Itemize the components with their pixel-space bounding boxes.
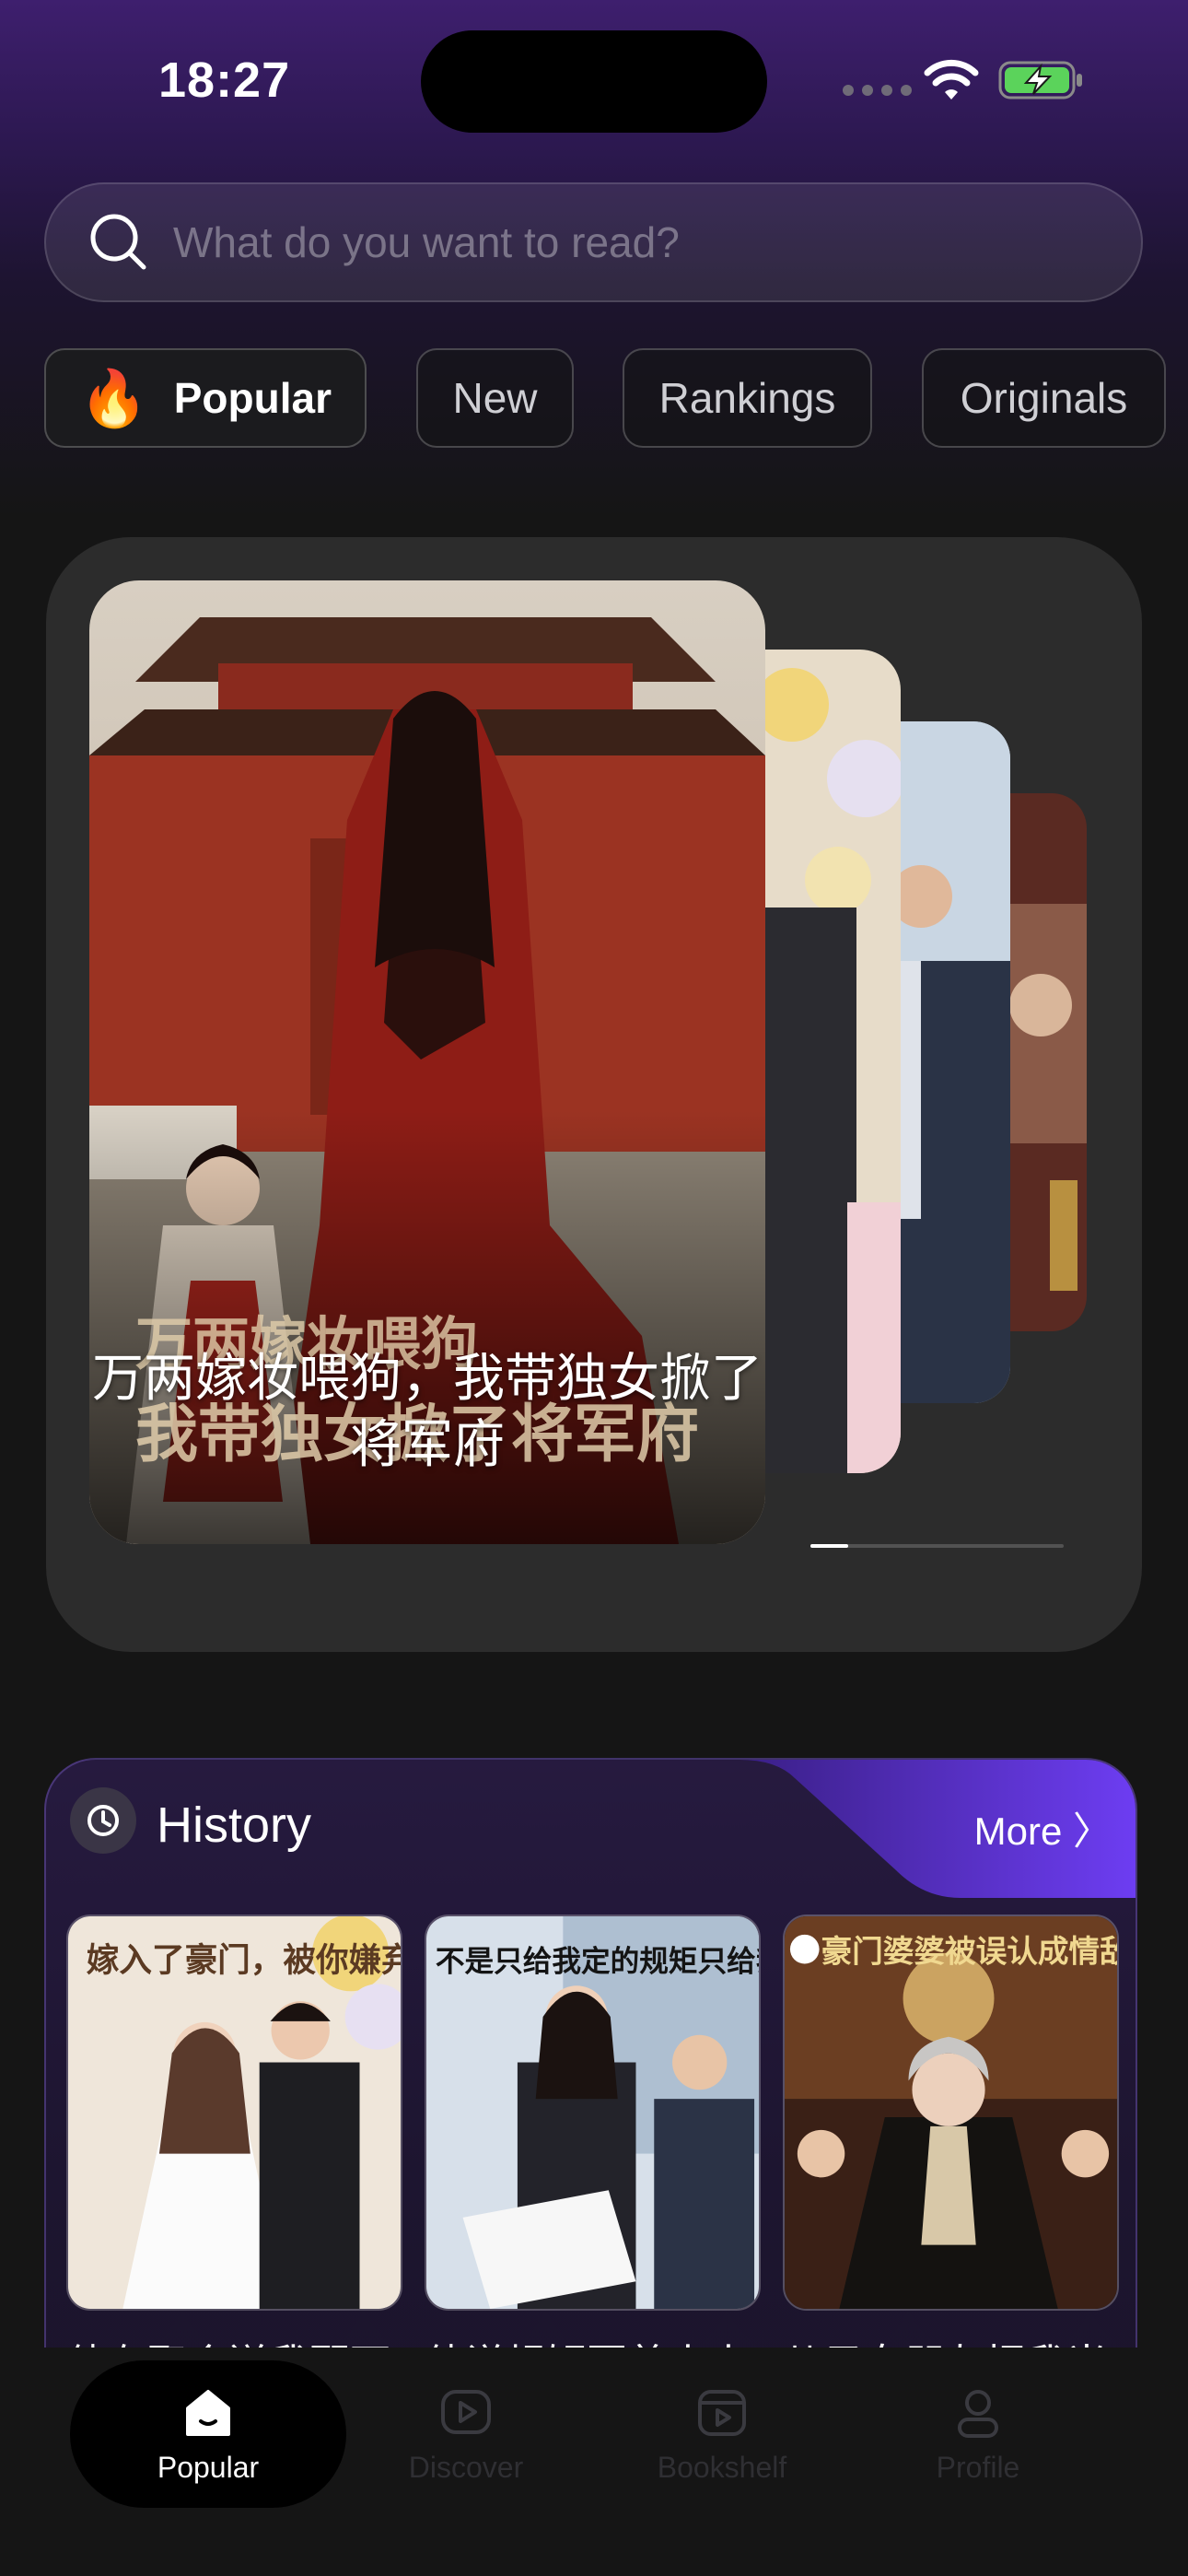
dynamic-island [421,30,767,133]
history-title: History [157,1797,312,1853]
history-more-link[interactable]: More 〉 [974,1800,1112,1856]
cover-text: 不是只给我定的规矩只给我定的 [436,1944,759,1978]
nav-popular[interactable]: Popular [70,2360,346,2508]
nav-bookshelf[interactable]: Bookshelf [584,2360,860,2508]
cover-text: 豪门婆婆被误认成情敌·霸气打脸 [821,1933,1117,1970]
tab-label: Popular [173,374,332,422]
carousel-card-4[interactable] [1004,793,1087,1331]
tab-rankings[interactable]: Rankings [623,348,872,448]
tab-new[interactable]: New [416,348,574,448]
tab-label: Rankings [658,374,836,422]
wifi-icon [924,59,979,100]
carousel-progress [810,1544,1064,1548]
nav-label: Bookshelf [657,2450,787,2484]
status-time: 18:27 [158,53,291,108]
nav-discover[interactable]: Discover [328,2360,604,2508]
home-icon [186,2389,230,2436]
history-clock-icon [70,1787,136,1854]
tab-label: Originals [960,374,1128,422]
fire-icon: 🔥 [79,367,148,429]
play-icon [789,1934,820,1964]
search-bar[interactable] [44,182,1143,302]
battery-icon [998,61,1082,100]
play-icon [441,2389,491,2434]
cover-text: 嫁入了豪门，被你嫌弃的女孩 [87,1941,401,1979]
tab-originals[interactable]: Originals [922,348,1166,448]
nav-profile[interactable]: Profile [840,2360,1116,2508]
history-book-cover-2[interactable]: 不是只给我定的规矩只给我定的 [425,1914,761,2311]
nav-label: Discover [408,2450,524,2484]
profile-icon [958,2389,998,2438]
bookshelf-icon [698,2389,746,2436]
tab-label: New [452,374,538,422]
history-book-cover-3[interactable]: 豪门婆婆被误认成情敌·霸气打脸 [783,1914,1119,2311]
carousel-card-2[interactable] [755,650,901,1473]
search-icon [90,214,146,270]
nav-label: Profile [936,2450,1020,2484]
featured-book-title: 万两嫁妆喂狗，我带独女掀了将军府 [92,1349,763,1473]
tab-popular[interactable]: 🔥 Popular [44,348,367,448]
nav-label: Popular [157,2450,260,2484]
search-input[interactable] [173,217,1002,267]
carousel-progress-fill [810,1544,849,1548]
carousel-card-3[interactable] [893,721,1010,1403]
history-book-cover-1[interactable]: 嫁入了豪门，被你嫌弃的女孩 [66,1914,402,2311]
cellular-signal-icon [843,85,912,96]
